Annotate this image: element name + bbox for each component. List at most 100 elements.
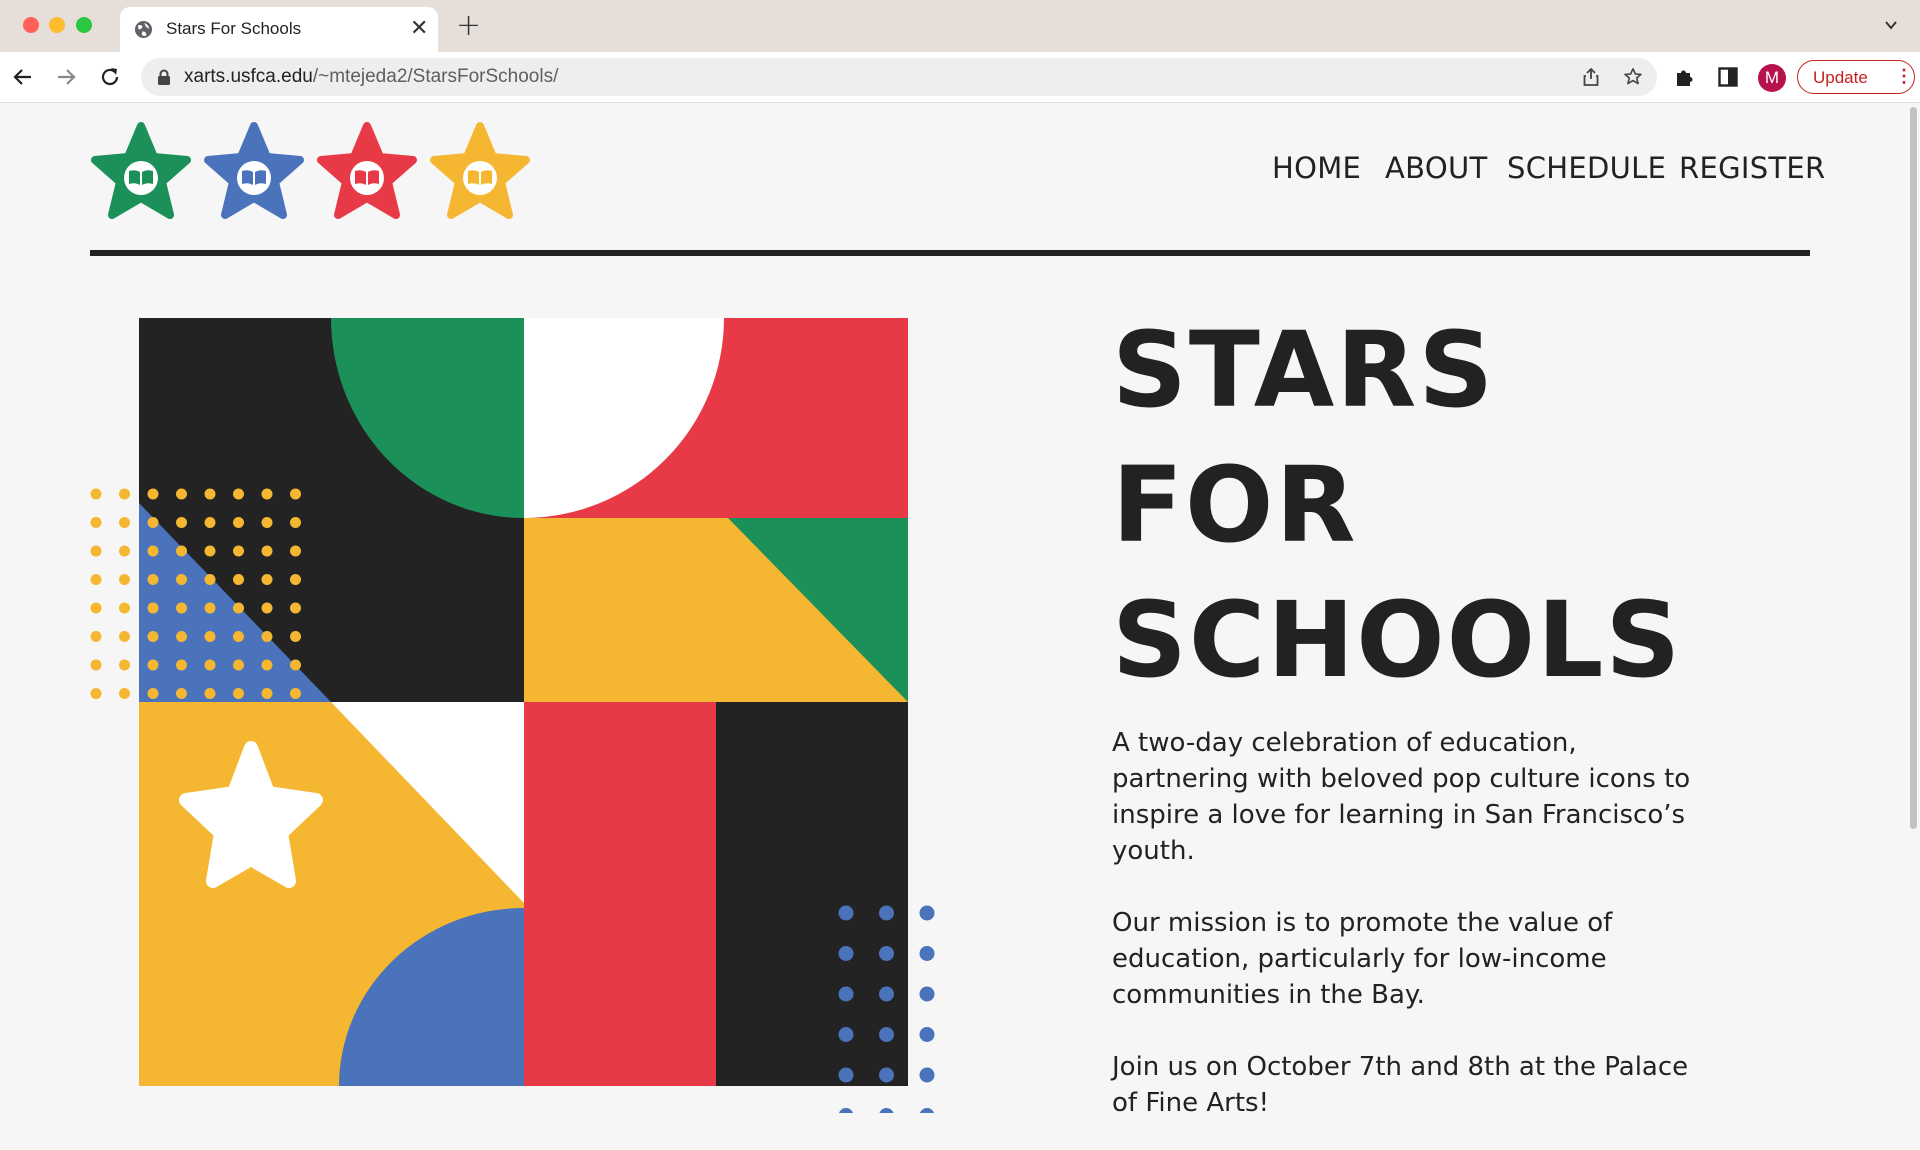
decorative-yellow-dot	[204, 488, 216, 500]
decorative-yellow-dot	[119, 602, 130, 614]
decorative-blue-dot	[879, 905, 894, 921]
url-text: xarts.usfca.edu/~mtejeda2/StarsForSchool…	[184, 66, 558, 88]
decorative-yellow-dot	[176, 659, 187, 671]
decorative-yellow-dot	[261, 517, 273, 528]
decorative-blue-dot	[919, 946, 935, 961]
decorative-yellow-dot	[261, 631, 273, 642]
decorative-blue-dot	[919, 1067, 935, 1083]
decorative-yellow-dot	[233, 517, 244, 528]
browser-tab[interactable]: Stars For Schools ✕	[120, 7, 438, 52]
decorative-yellow-dot	[204, 574, 216, 585]
decorative-yellow-dot	[176, 517, 187, 528]
decorative-yellow-dot	[90, 602, 102, 614]
decorative-yellow-dot	[261, 574, 273, 585]
decorative-yellow-dot	[290, 488, 301, 500]
decorative-blue-dot	[879, 1027, 894, 1042]
decorative-yellow-dot	[147, 488, 159, 500]
decorative-yellow-dot	[90, 574, 102, 585]
decorative-yellow-dot	[90, 488, 102, 500]
mission-paragraph: Our mission is to promote the value of e…	[1112, 908, 1613, 1010]
hero-geometric-artwork	[90, 318, 935, 1113]
decorative-yellow-dot	[204, 517, 216, 528]
web-page: HOME ABOUT SCHEDULE REGISTER STARS FOR S…	[0, 103, 1906, 1150]
side-panel-icon[interactable]	[1716, 65, 1740, 89]
decorative-yellow-dot	[261, 659, 273, 671]
profile-avatar[interactable]: M	[1758, 64, 1786, 92]
decorative-yellow-dot	[147, 602, 159, 614]
decorative-yellow-dot	[119, 574, 130, 585]
new-tab-button[interactable]: +	[456, 8, 481, 43]
decorative-yellow-dot	[204, 602, 216, 614]
address-bar[interactable]: xarts.usfca.edu/~mtejeda2/StarsForSchool…	[141, 58, 1657, 96]
decorative-blue-dot	[879, 946, 894, 961]
decorative-yellow-dot	[90, 659, 102, 671]
scrollbar-thumb[interactable]	[1910, 107, 1917, 829]
decorative-yellow-dot	[119, 488, 130, 500]
intro-paragraph: A two-day celebration of education, part…	[1112, 728, 1691, 866]
logo-star-book-icon	[204, 122, 304, 219]
hero-title-line: SCHOOLS	[1112, 579, 1683, 701]
decorative-yellow-dot	[261, 488, 273, 500]
decorative-blue-dot	[919, 905, 935, 921]
decorative-yellow-dot	[176, 688, 187, 699]
bookmark-star-icon[interactable]	[1623, 67, 1643, 87]
decorative-yellow-dot	[176, 574, 187, 585]
decorative-blue-dot	[838, 1027, 854, 1042]
decorative-blue-dot	[838, 1067, 854, 1083]
decorative-yellow-dot	[233, 688, 244, 699]
minimize-window-button[interactable]	[49, 17, 65, 33]
update-button[interactable]: Update ⋮	[1797, 60, 1915, 94]
extensions-puzzle-icon[interactable]	[1673, 65, 1697, 89]
decorative-yellow-dot	[90, 631, 102, 642]
decorative-blue-dot	[838, 905, 854, 921]
decorative-yellow-dot	[119, 659, 130, 671]
decorative-yellow-dot	[290, 602, 301, 614]
browser-toolbar: xarts.usfca.edu/~mtejeda2/StarsForSchool…	[0, 52, 1920, 103]
decorative-yellow-dot	[119, 688, 130, 699]
logo-star-book-icon	[430, 122, 530, 219]
nav-schedule-link[interactable]: SCHEDULE	[1507, 151, 1666, 185]
back-arrow-icon[interactable]	[11, 65, 35, 89]
decorative-yellow-dot	[176, 488, 187, 500]
decorative-blue-dot	[838, 1108, 854, 1113]
decorative-yellow-dot	[204, 659, 216, 671]
page-scrollbar[interactable]	[1906, 103, 1920, 1150]
lock-icon[interactable]	[157, 69, 171, 85]
decorative-yellow-dot	[204, 545, 216, 557]
close-window-button[interactable]	[23, 17, 39, 33]
tab-title: Stars For Schools	[166, 19, 302, 38]
decorative-blue-dot	[838, 946, 854, 961]
decorative-blue-dot	[879, 1067, 894, 1083]
decorative-yellow-dot	[290, 688, 301, 699]
decorative-yellow-dot	[176, 631, 187, 642]
forward-arrow-icon[interactable]	[54, 65, 78, 89]
decorative-yellow-dot	[119, 517, 130, 528]
hero-title-line: STARS	[1112, 309, 1496, 431]
reload-icon[interactable]	[98, 65, 122, 89]
decorative-yellow-dot	[176, 545, 187, 557]
decorative-yellow-dot	[147, 631, 159, 642]
decorative-yellow-dot	[204, 631, 216, 642]
close-tab-icon[interactable]: ✕	[410, 16, 428, 41]
decorative-blue-dot	[838, 986, 854, 1002]
maximize-window-button[interactable]	[76, 17, 92, 33]
url-path: /~mtejeda2/StarsForSchools/	[312, 66, 559, 87]
chevron-down-icon[interactable]	[1884, 18, 1898, 32]
decorative-yellow-dot	[147, 517, 159, 528]
share-icon[interactable]	[1581, 67, 1601, 87]
decorative-yellow-dot	[261, 602, 273, 614]
more-menu-icon[interactable]: ⋮	[1895, 66, 1913, 87]
decorative-yellow-dot	[233, 631, 244, 642]
decorative-yellow-dot	[290, 517, 301, 528]
decorative-yellow-dot	[90, 545, 102, 557]
update-label: Update	[1813, 68, 1868, 87]
nav-home-link[interactable]: HOME	[1272, 151, 1361, 185]
decorative-yellow-dot	[290, 659, 301, 671]
event-date-paragraph: Join us on October 7th and 8th at the Pa…	[1112, 1052, 1689, 1118]
nav-about-link[interactable]: ABOUT	[1385, 151, 1488, 185]
nav-register-link[interactable]: REGISTER	[1679, 151, 1826, 185]
decorative-yellow-dot	[290, 574, 301, 585]
decorative-yellow-dot	[119, 545, 130, 557]
decorative-yellow-dot	[90, 517, 102, 528]
decorative-yellow-dot	[204, 688, 216, 699]
